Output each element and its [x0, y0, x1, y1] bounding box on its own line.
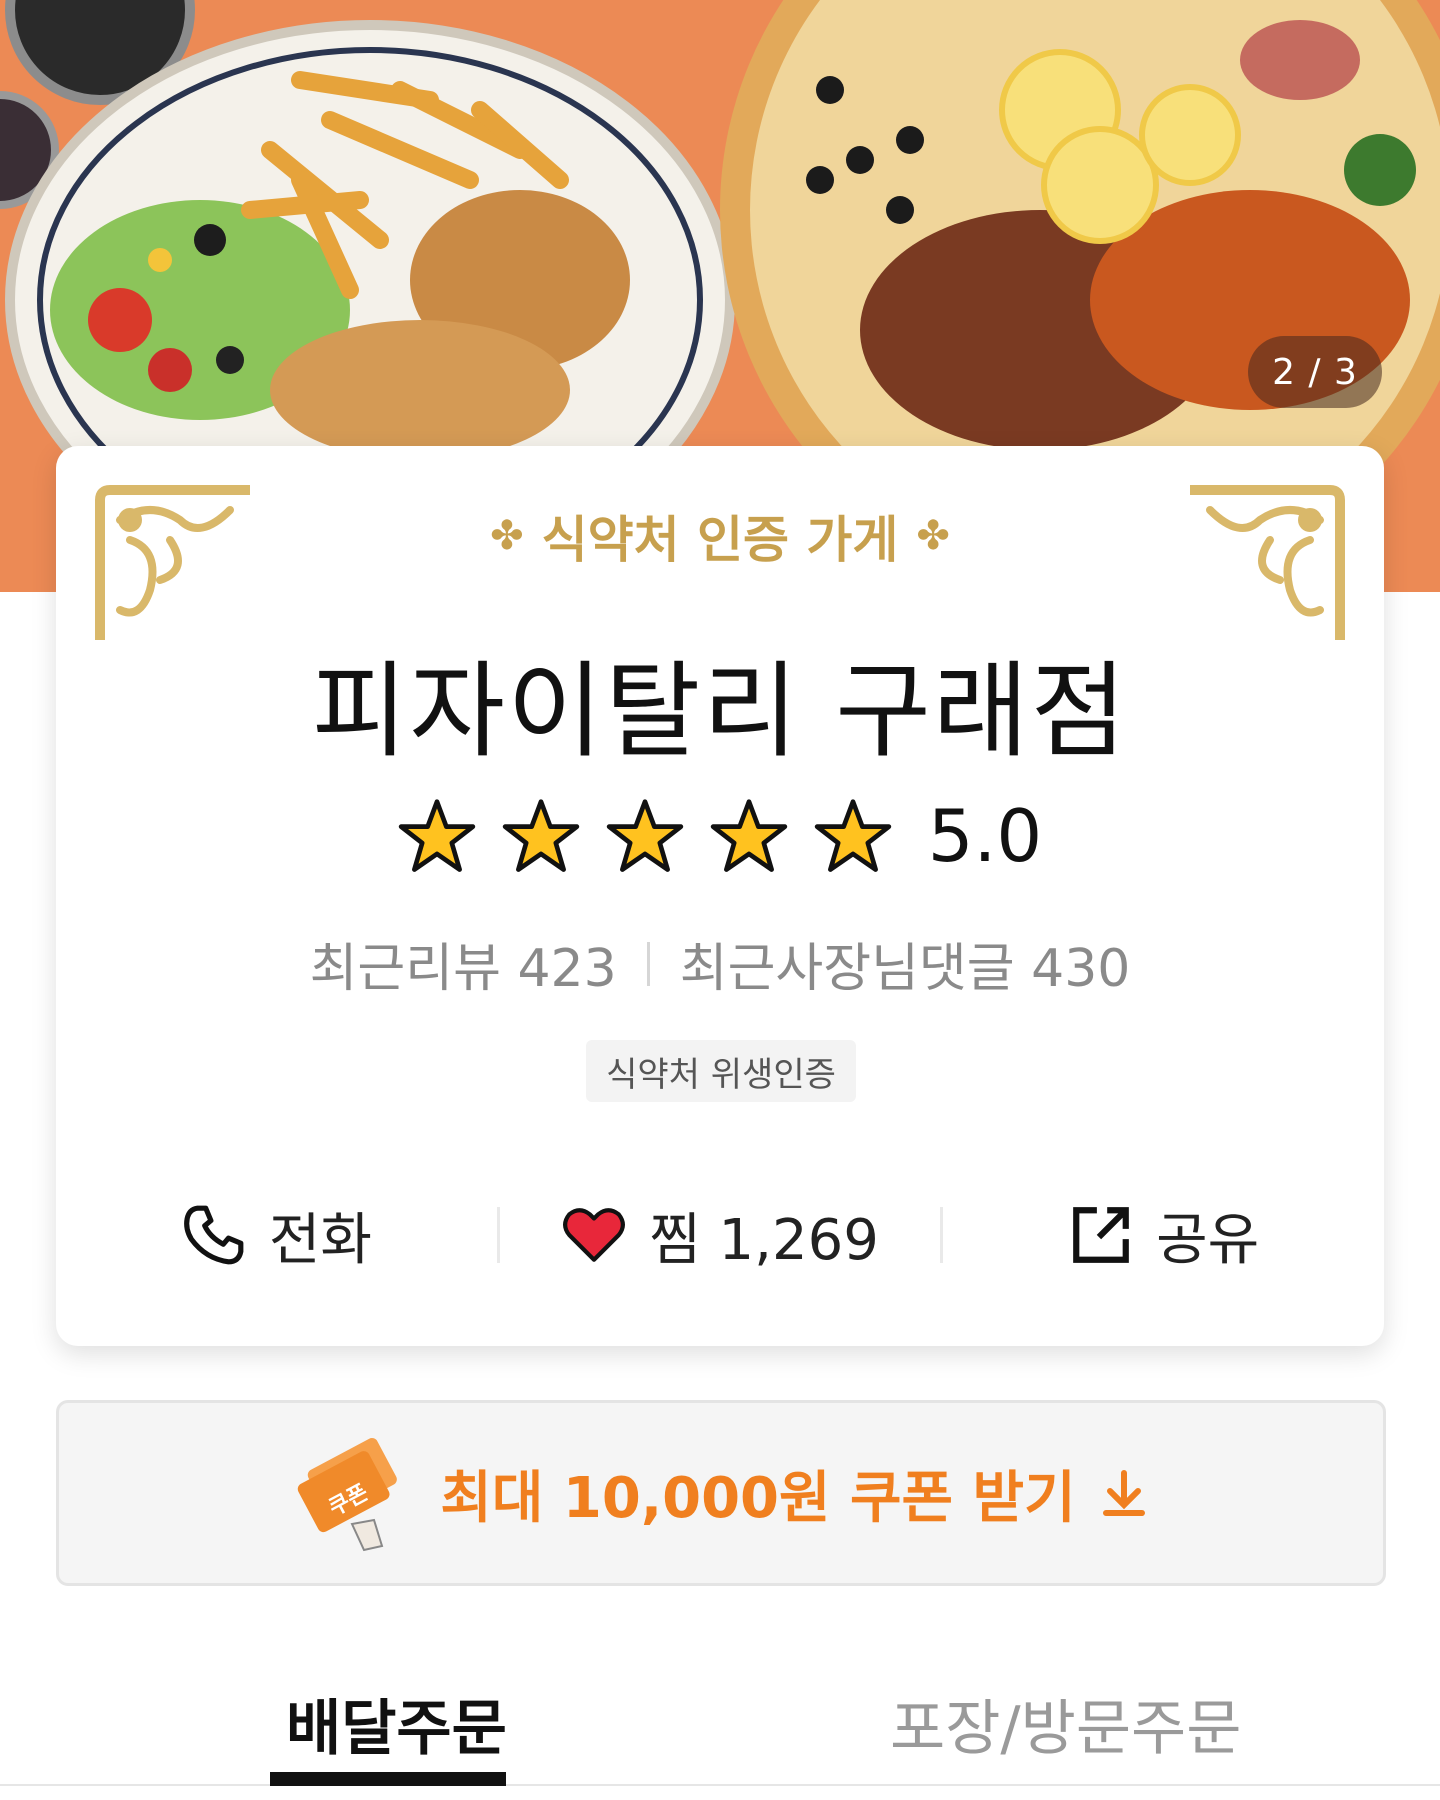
- coupon-download-button[interactable]: 쿠폰 최대 10,000원 쿠폰 받기: [56, 1400, 1386, 1586]
- tab-pickup-order[interactable]: 포장/방문주문: [890, 1680, 1241, 1767]
- certified-store-label: 식약처 인증 가게: [541, 511, 899, 569]
- share-icon: [1073, 1207, 1129, 1263]
- store-name: 피자이탈리 구래점: [311, 650, 1129, 772]
- recent-owner-replies-link[interactable]: 최근사장님댓글 430: [680, 926, 1131, 1001]
- coupon-icon: 쿠폰: [298, 1438, 398, 1552]
- recent-reviews-link[interactable]: 최근리뷰 423: [310, 926, 617, 1001]
- star-icon: [710, 799, 787, 872]
- favorite-count: 찜 1,269: [649, 1207, 879, 1273]
- hygiene-cert-badge: 식약처 위생인증: [586, 1040, 856, 1102]
- download-arrow-icon: [1102, 1470, 1145, 1516]
- share-label: 공유: [1156, 1207, 1260, 1273]
- heart-icon: [563, 1208, 626, 1262]
- tab-baseline: [0, 1784, 1440, 1786]
- call-label: 전화: [268, 1207, 372, 1273]
- star-icon: [398, 799, 475, 872]
- share-button[interactable]: 공유: [943, 1195, 1384, 1276]
- certified-store-banner: ✤ 식약처 인증 가게 ✤: [56, 500, 1384, 572]
- star-icon: [606, 799, 683, 872]
- coupon-label: 최대 10,000원 쿠폰 받기: [440, 1465, 1076, 1531]
- review-divider: [646, 941, 650, 986]
- favorite-button[interactable]: 찜 1,269: [500, 1195, 941, 1276]
- rating-score: 5.0: [927, 794, 1043, 878]
- tab-delivery-order[interactable]: 배달주문: [286, 1680, 507, 1767]
- phone-icon: [183, 1205, 244, 1265]
- store-info-card: ✤ 식약처 인증 가게 ✤ 피자이탈리 구래점 5.0 최근리뷰 423 최근사…: [56, 446, 1384, 1346]
- star-icon: [814, 799, 891, 872]
- active-tab-indicator: [270, 1772, 506, 1786]
- image-pager-indicator: 2 / 3: [1248, 336, 1382, 408]
- review-stats: 최근리뷰 423 최근사장님댓글 430: [56, 926, 1384, 1001]
- order-type-tabs: 배달주문 포장/방문주문: [0, 1660, 1440, 1800]
- leaf-right-icon: ✤: [916, 513, 950, 559]
- leaf-left-icon: ✤: [490, 513, 524, 559]
- call-button[interactable]: 전화: [56, 1195, 497, 1276]
- rating-row: 5.0: [56, 794, 1384, 878]
- action-bar: 전화 찜 1,269 공유: [56, 1192, 1384, 1278]
- star-icon: [502, 799, 579, 872]
